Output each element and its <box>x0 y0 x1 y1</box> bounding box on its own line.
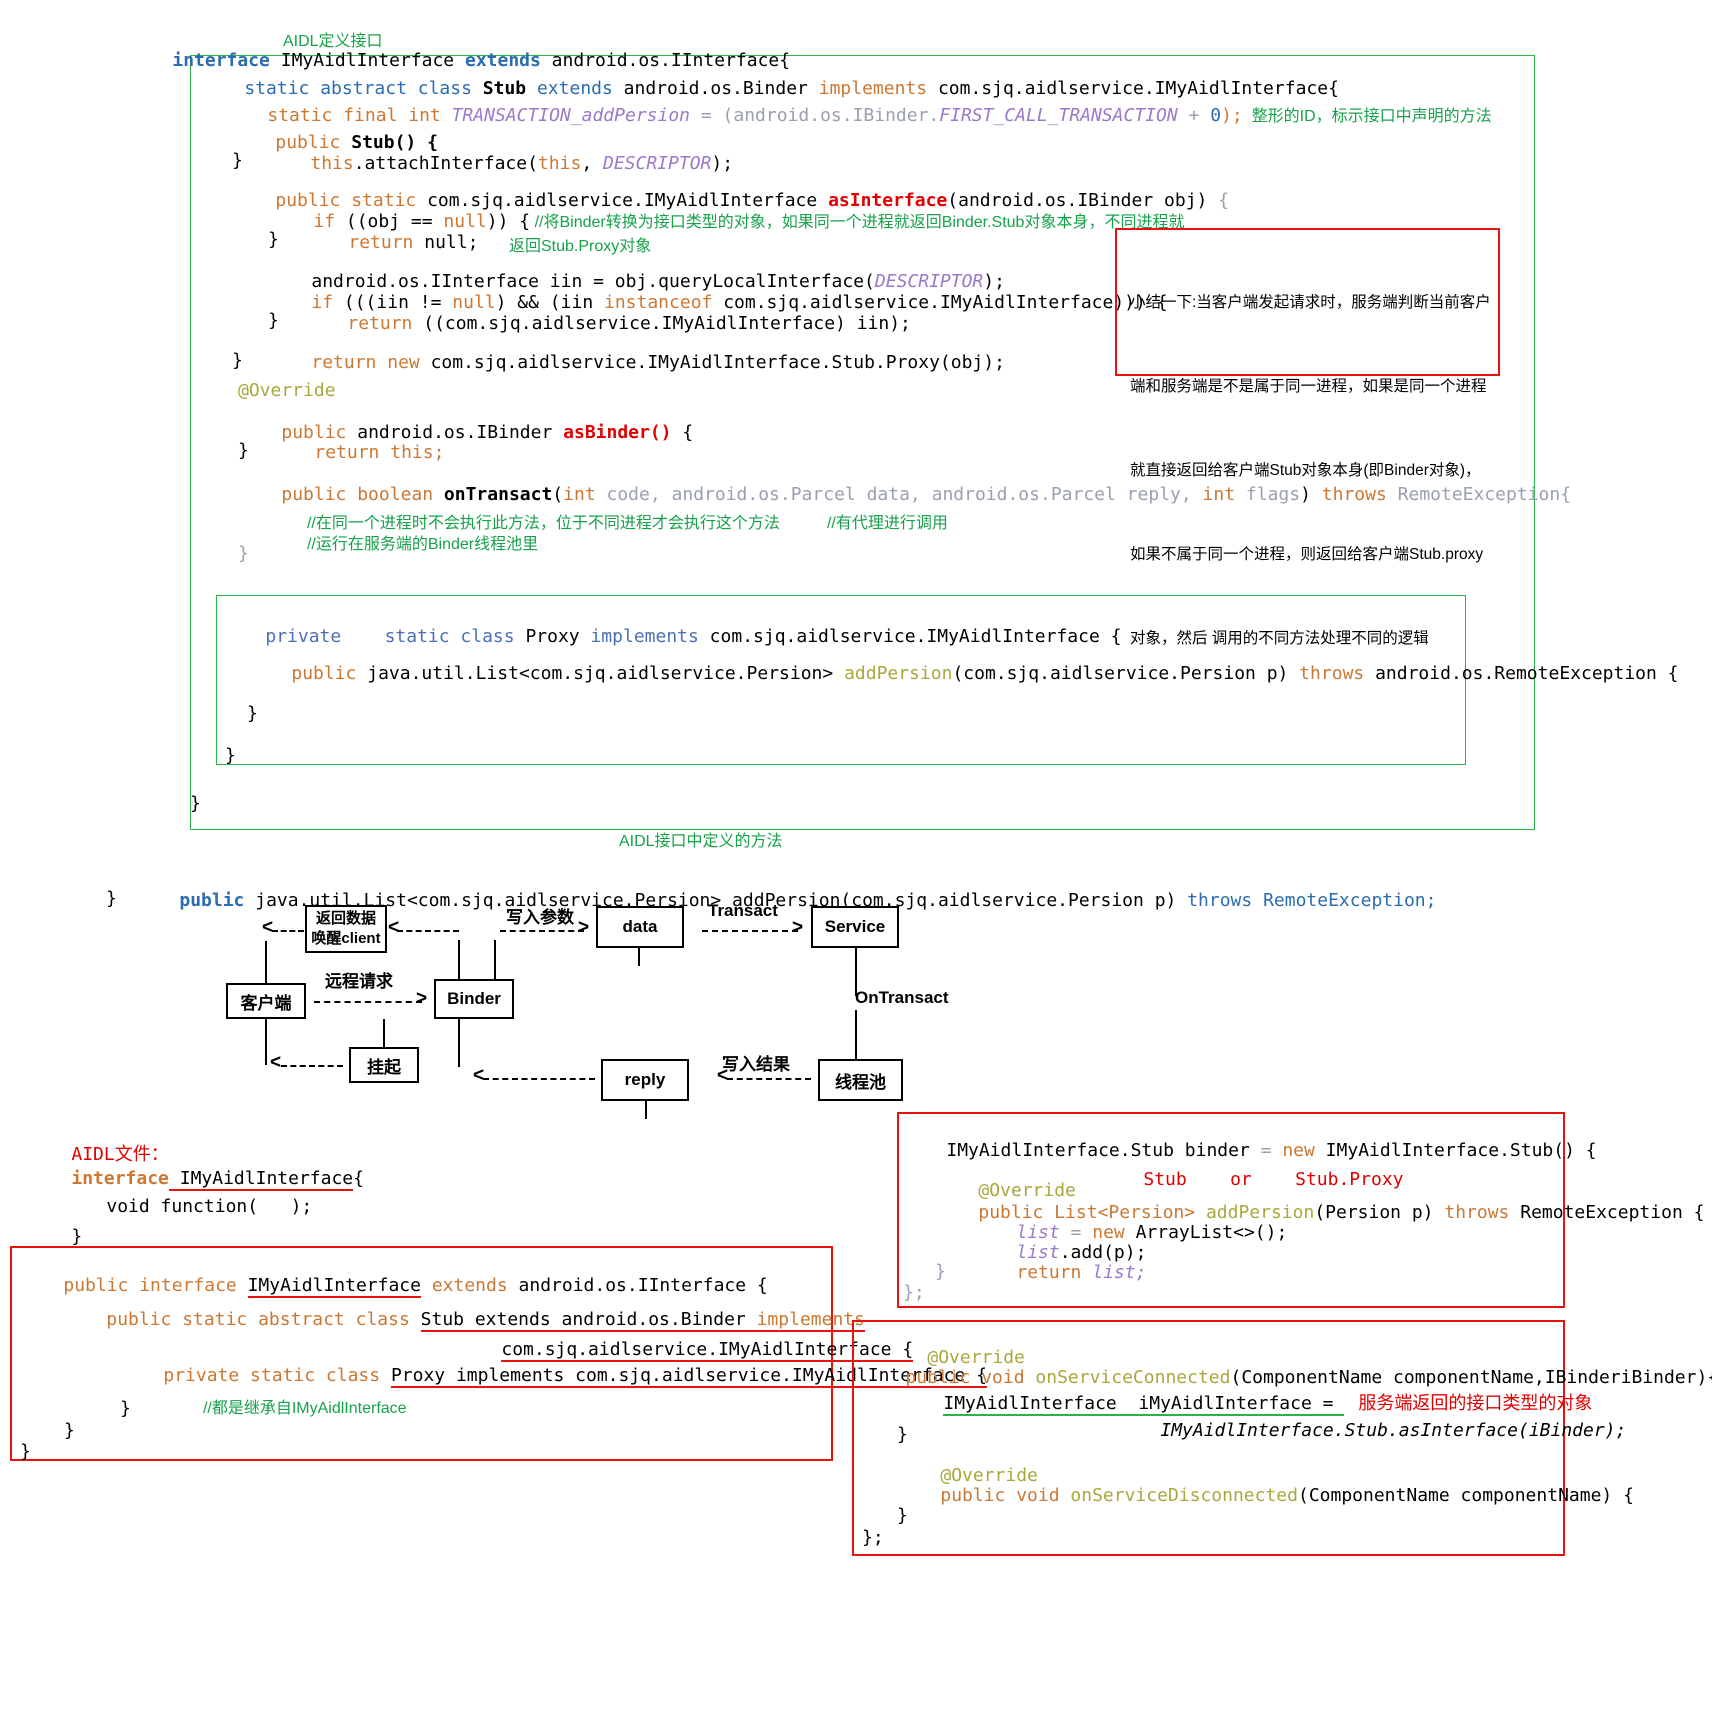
arrowhead-remote-request: > <box>416 988 428 1009</box>
interface-close-brace: } <box>106 888 117 909</box>
service-disconnected-close: } <box>897 1505 908 1526</box>
label-remote-request: 远程请求 <box>325 972 393 991</box>
arrow-suspend-to-client <box>281 1065 343 1067</box>
proxy-addpersion-signature: public java.util.List<com.sjq.aidlservic… <box>291 663 1679 684</box>
label-write-result: 写入结果 <box>722 1055 790 1074</box>
summary-note-line-2: 端和服务端是不是属于同一进程，如果是同一个进程 <box>1130 378 1487 395</box>
summary-note-line-4: 如果不属于同一个进程，则返回给客户端Stub.proxy <box>1130 546 1484 563</box>
override-annotation-asbinder: @Override <box>238 380 336 401</box>
client-lifeline-bottom <box>265 1019 267 1065</box>
generated-close-brace-1: } <box>120 1398 131 1419</box>
as-interface-call-line: IMyAidlInterface.Stub.asInterface(iBinde… <box>1160 1420 1627 1441</box>
arrow-binder-to-return <box>397 930 459 932</box>
slide-canvas: AIDL定义接口 interface IMyAidlInterface exte… <box>0 0 1712 1716</box>
diagram-box-client: 客户端 <box>226 983 306 1019</box>
arrowhead-reply-to-binder: < <box>473 1065 485 1086</box>
arrow-write-param <box>500 930 584 932</box>
return-new-proxy-line: return new com.sjq.aidlservice.IMyAidlIn… <box>311 352 1005 373</box>
diagram-box-return-data: 返回数据 唤醒client <box>305 905 387 953</box>
client-lifeline-top <box>265 941 267 983</box>
diagram-box-data: data <box>596 906 684 948</box>
arrowhead-transact: > <box>792 917 804 938</box>
on-transact-comment-2: //运行在服务端的Binder线程池里 <box>306 536 539 553</box>
instanceof-close-brace: } <box>268 310 279 331</box>
label-write-param: 写入参数 <box>506 908 574 927</box>
return-data-line1: 返回数据 <box>315 910 376 927</box>
proxy-class-close-brace: } <box>225 745 236 766</box>
label-on-transact: OnTransact <box>855 988 949 1007</box>
diagram-box-reply: reply <box>601 1059 689 1101</box>
summary-note-line-3: 就直接返回给客户端Stub对象本身(即Binder对象)， <box>1130 462 1481 479</box>
diagram-box-suspend: 挂起 <box>349 1047 419 1083</box>
arrowhead-write-param: > <box>578 917 590 938</box>
label-transact: Transact <box>708 901 778 920</box>
data-lifeline <box>638 948 640 966</box>
arrow-remote-request <box>314 1001 422 1003</box>
aidl-interface-method-footer-comment: AIDL接口中定义的方法 <box>618 833 783 850</box>
if-null-close-brace: } <box>268 229 279 250</box>
diagram-box-service: Service <box>811 906 899 948</box>
summary-note-line-1: 小结一下:当客户端发起请求时，服务端判断当前客户 <box>1130 294 1491 311</box>
return-data-line2: 唤醒client <box>311 930 381 947</box>
diagram-box-threadpool: 线程池 <box>818 1059 903 1101</box>
generated-close-brace-3: } <box>20 1441 31 1462</box>
arrowhead-return-to-client: < <box>262 917 274 938</box>
service-connection-close: }; <box>862 1527 884 1548</box>
generated-inherit-comment: //都是继承自IMyAidlInterface <box>202 1400 407 1417</box>
as-binder-close-brace: } <box>238 440 249 461</box>
stub-instance-close-2: }; <box>903 1282 925 1303</box>
diagram-box-binder: Binder <box>434 979 514 1019</box>
arrow-write-result <box>727 1078 811 1080</box>
proxy-method-close-brace: } <box>247 703 258 724</box>
arrow-reply-to-binder <box>483 1078 595 1080</box>
service-to-threadpool-line <box>855 1010 857 1059</box>
aidl-file-method-line: void function( ); <box>106 1196 313 1217</box>
stub-instance-return-list: return list; <box>1016 1262 1147 1283</box>
suspend-lifeline <box>383 1019 385 1047</box>
arrow-return-to-client <box>272 930 304 932</box>
arrow-transact <box>702 930 798 932</box>
binder-lifeline-bottom <box>458 1019 460 1067</box>
reply-lifeline <box>645 1101 647 1119</box>
arrowhead-binder-to-return: < <box>388 917 400 938</box>
on-service-disconnected-signature: public void onServiceDisconnected(Compon… <box>940 1485 1634 1506</box>
on-transact-close-brace: } <box>238 543 249 564</box>
arrowhead-suspend-to-client: < <box>270 1052 282 1073</box>
binder-lifeline-top-a <box>458 940 460 980</box>
as-interface-close-brace: } <box>232 350 243 371</box>
binder-lifeline-top-b <box>494 940 496 980</box>
stub-outer-close-brace: } <box>190 793 201 814</box>
generated-close-brace-2: } <box>64 1420 75 1441</box>
on-transact-comment-proxy: //有代理进行调用 <box>826 515 948 532</box>
stub-instance-close-1: } <box>935 1261 946 1282</box>
